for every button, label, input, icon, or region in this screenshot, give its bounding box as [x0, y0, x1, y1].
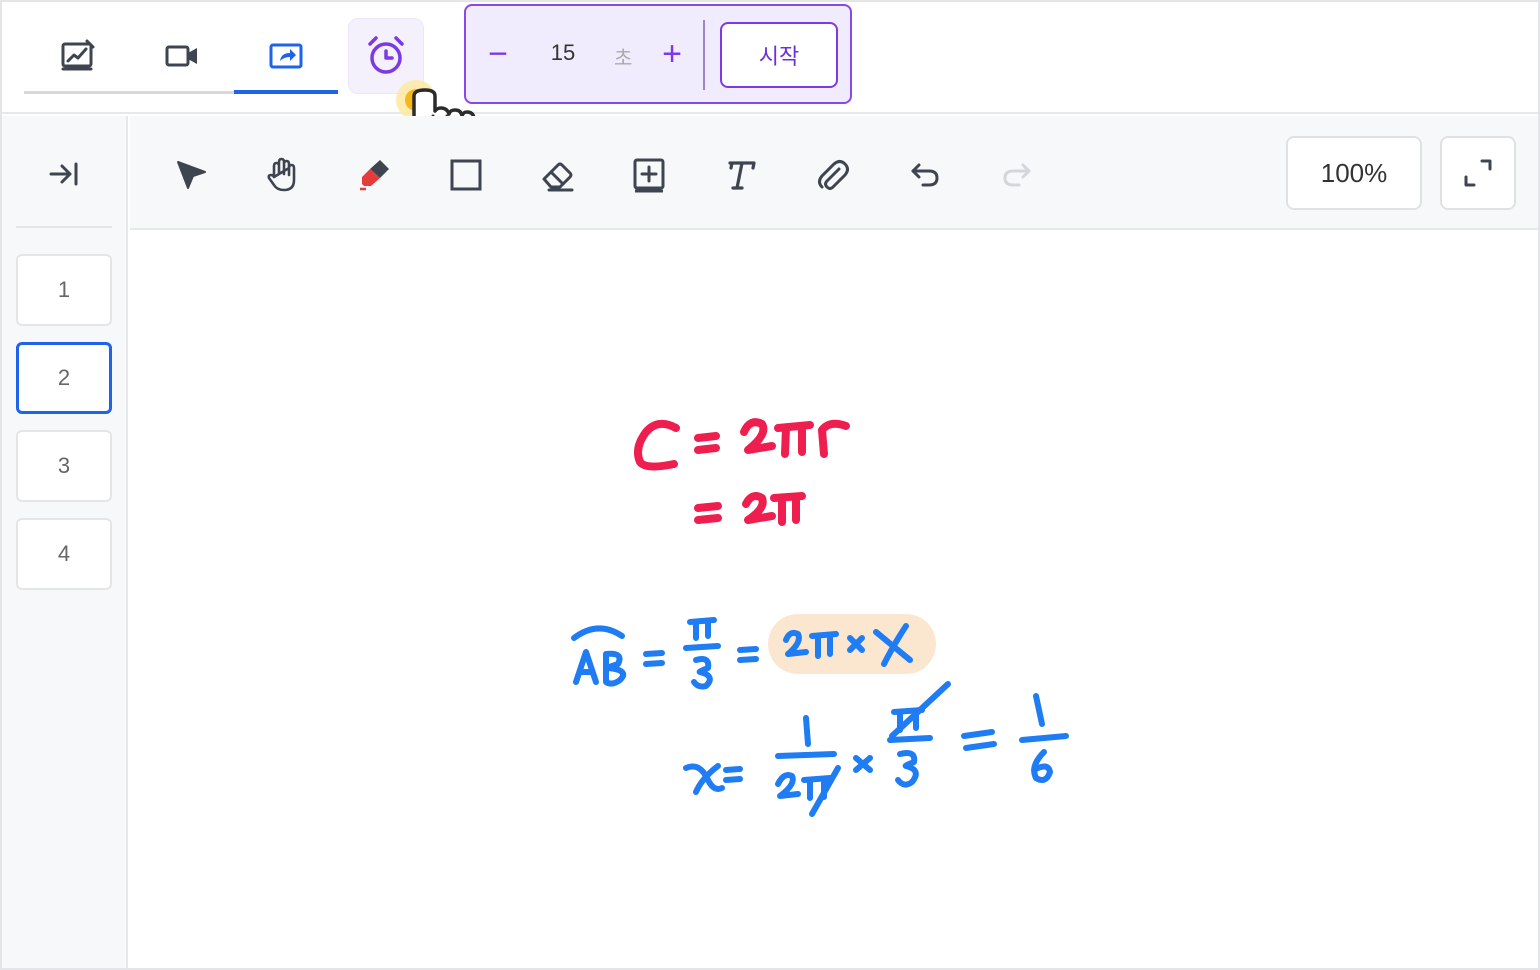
- redo-button[interactable]: [994, 152, 1040, 198]
- eraser-icon: [542, 162, 574, 192]
- ink-blue-solution-line: [683, 681, 1069, 817]
- tab-video[interactable]: [152, 26, 212, 86]
- expand-icon: [1464, 159, 1492, 187]
- timer-divider: [703, 20, 705, 90]
- drawing-toolbar: 100%: [130, 116, 1538, 230]
- page-sidebar: 1 2 3 4: [2, 116, 128, 968]
- rectangle-icon: [450, 159, 482, 191]
- whiteboard-canvas[interactable]: [130, 232, 1538, 968]
- tab-share-screen[interactable]: [256, 26, 316, 86]
- alarm-clock-icon: [368, 36, 404, 74]
- ink-red-second-line: [694, 492, 806, 526]
- active-tab-indicator: [234, 90, 338, 94]
- select-arrow-icon: [177, 161, 206, 189]
- page-thumb-3[interactable]: 3: [16, 430, 112, 502]
- attach-tool-button[interactable]: [810, 152, 856, 198]
- handwriting-layer: [571, 418, 1069, 817]
- tab-whiteboard[interactable]: [48, 26, 108, 86]
- whiteboard-chart-icon: [61, 39, 95, 71]
- share-screen-icon: [269, 43, 303, 69]
- add-page-icon: [633, 158, 665, 193]
- timer-start-button[interactable]: 시작: [720, 22, 838, 88]
- attach-clip-icon: [818, 160, 849, 190]
- text-tool-button[interactable]: [718, 152, 764, 198]
- zoom-level-button[interactable]: 100%: [1286, 136, 1422, 210]
- sidebar-divider: [16, 226, 112, 228]
- timer-button[interactable]: [348, 18, 424, 94]
- timer-decrement-button[interactable]: −: [478, 34, 518, 74]
- collapse-right-icon: [49, 162, 78, 186]
- page-thumb-2[interactable]: 2: [16, 342, 112, 414]
- text-icon: [728, 161, 756, 190]
- select-tool-button[interactable]: [168, 152, 214, 198]
- pen-tool-button[interactable]: [351, 152, 397, 198]
- top-bar: − 15 초 + 시작: [2, 2, 1538, 114]
- timer-increment-button[interactable]: +: [652, 34, 692, 74]
- add-page-tool-button[interactable]: [626, 152, 672, 198]
- undo-icon: [911, 163, 939, 187]
- redo-icon: [1003, 163, 1031, 187]
- page-thumb-4[interactable]: 4: [16, 518, 112, 590]
- timer-unit: 초: [614, 46, 633, 70]
- rectangle-tool-button[interactable]: [443, 152, 489, 198]
- sidebar-collapse-button[interactable]: [42, 156, 86, 192]
- hand-tool-button[interactable]: [259, 152, 305, 198]
- page-thumb-1[interactable]: 1: [16, 254, 112, 326]
- mode-tabs: [24, 2, 338, 96]
- video-camera-icon: [165, 45, 197, 67]
- hand-pan-icon: [267, 157, 296, 192]
- pen-marker-icon: [360, 160, 389, 191]
- ink-red-circumference-line: [634, 418, 850, 471]
- timer-value: 15: [550, 40, 576, 65]
- undo-button[interactable]: [902, 152, 948, 198]
- fullscreen-button[interactable]: [1440, 136, 1516, 210]
- eraser-tool-button[interactable]: [534, 152, 580, 198]
- timer-panel: − 15 초 + 시작: [464, 4, 852, 104]
